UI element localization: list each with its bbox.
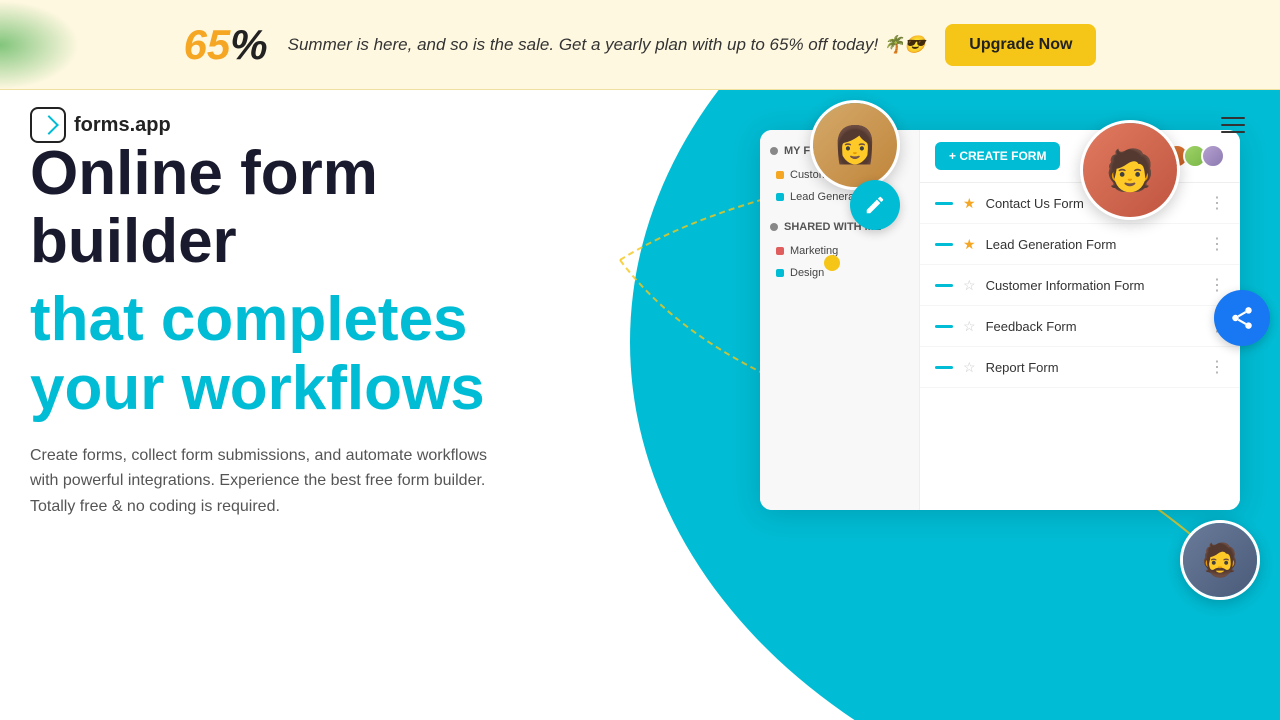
banner-percent: 65% bbox=[184, 21, 268, 69]
form-row-report[interactable]: ☆ Report Form ⋮ bbox=[920, 347, 1240, 388]
share-button[interactable] bbox=[1214, 290, 1270, 346]
star-empty-5[interactable]: ☆ bbox=[963, 359, 976, 376]
form-bar-3 bbox=[935, 284, 953, 287]
form-menu-2[interactable]: ⋮ bbox=[1209, 234, 1225, 254]
hamburger-line-3 bbox=[1221, 131, 1245, 133]
folder-icon-orange bbox=[776, 171, 784, 179]
sidebar-item-marketing[interactable]: Marketing bbox=[770, 241, 909, 261]
star-filled-2[interactable]: ★ bbox=[963, 236, 976, 253]
star-empty-4[interactable]: ☆ bbox=[963, 318, 976, 335]
form-bar-5 bbox=[935, 366, 953, 369]
hamburger-line-2 bbox=[1221, 124, 1245, 126]
hamburger-line-1 bbox=[1221, 117, 1245, 119]
logo-arrow-icon bbox=[39, 115, 59, 135]
form-row-customer-info[interactable]: ☆ Customer Information Form ⋮ bbox=[920, 265, 1240, 306]
logo-text: forms.app bbox=[74, 114, 171, 137]
hero-subtitle: that completes your workflows bbox=[30, 286, 560, 422]
sidebar-shared-section: SHARED WITH ME Marketing Design bbox=[770, 221, 909, 283]
form-row-contact[interactable]: ★ Contact Us Form ⋮ bbox=[920, 183, 1240, 224]
navigation: forms.app bbox=[0, 90, 1280, 160]
banner-text: Summer is here, and so is the sale. Get … bbox=[288, 35, 926, 55]
edit-button[interactable] bbox=[850, 180, 900, 230]
form-bar-4 bbox=[935, 325, 953, 328]
pencil-icon bbox=[864, 194, 886, 216]
connector-dot bbox=[824, 255, 840, 271]
hero-section: Online form builder that completes your … bbox=[0, 90, 1280, 720]
form-list: ★ Contact Us Form ⋮ ★ Lead Generation Fo… bbox=[920, 183, 1240, 388]
folder-icon-teal-2 bbox=[776, 269, 784, 277]
hero-content: Online form builder that completes your … bbox=[30, 140, 560, 520]
form-menu-3[interactable]: ⋮ bbox=[1209, 275, 1225, 295]
hero-body: Create forms, collect form submissions, … bbox=[30, 443, 510, 520]
form-menu-5[interactable]: ⋮ bbox=[1209, 357, 1225, 377]
form-row-lead-gen[interactable]: ★ Lead Generation Form ⋮ bbox=[920, 224, 1240, 265]
promo-banner: 65% Summer is here, and so is the sale. … bbox=[0, 0, 1280, 90]
form-row-feedback[interactable]: ☆ Feedback Form ⋮ bbox=[920, 306, 1240, 347]
form-bar-1 bbox=[935, 202, 953, 205]
logo[interactable]: forms.app bbox=[30, 107, 171, 143]
main-panel: + CREATE FORM ★ Contact Us Form ⋮ bbox=[920, 130, 1240, 510]
sidebar-share-icon bbox=[770, 223, 778, 231]
hero-title: Online form builder bbox=[30, 140, 560, 276]
banner-decoration-left bbox=[0, 0, 80, 90]
upgrade-now-button[interactable]: Upgrade Now bbox=[945, 24, 1096, 66]
folder-icon-teal bbox=[776, 193, 784, 201]
form-menu-1[interactable]: ⋮ bbox=[1209, 193, 1225, 213]
logo-icon bbox=[30, 107, 66, 143]
folder-icon-red bbox=[776, 247, 784, 255]
share-icon bbox=[1229, 305, 1255, 331]
star-empty-3[interactable]: ☆ bbox=[963, 277, 976, 294]
star-filled-1[interactable]: ★ bbox=[963, 195, 976, 212]
hamburger-menu[interactable] bbox=[1216, 112, 1250, 138]
avatar-3: 🧔 bbox=[1180, 520, 1260, 600]
form-bar-2 bbox=[935, 243, 953, 246]
sidebar-item-design[interactable]: Design bbox=[770, 263, 909, 283]
